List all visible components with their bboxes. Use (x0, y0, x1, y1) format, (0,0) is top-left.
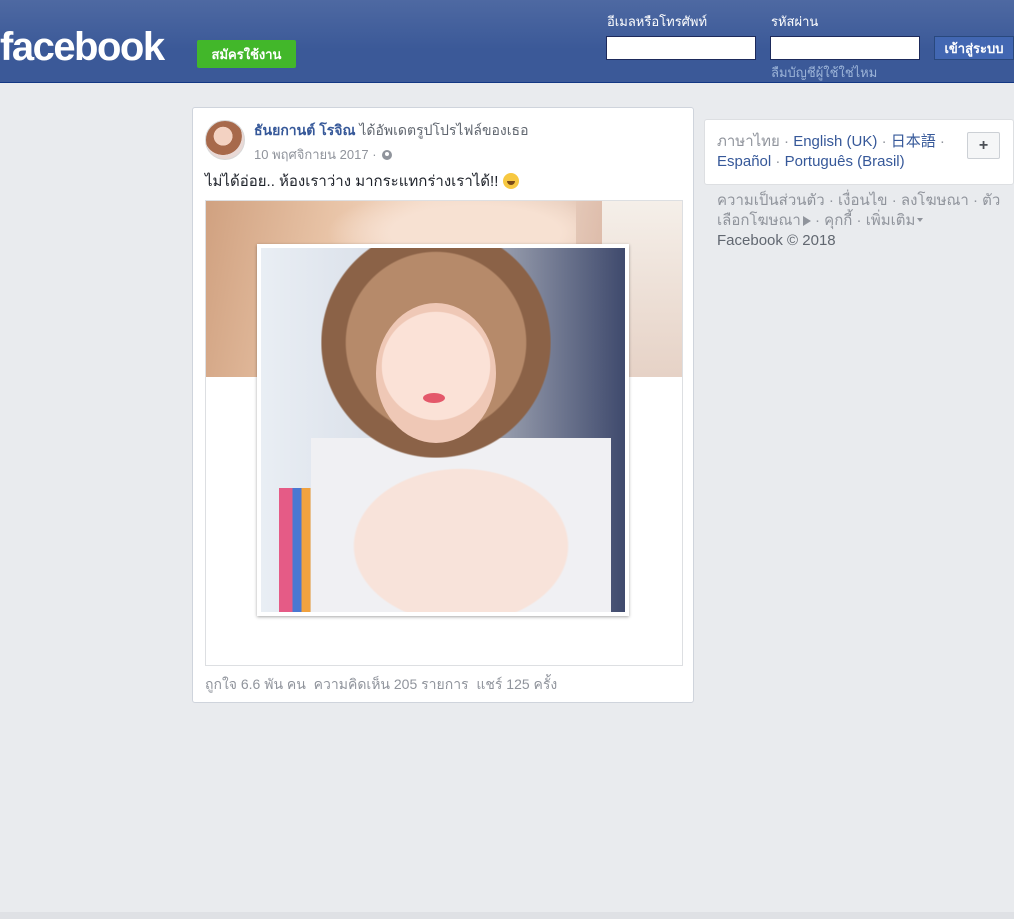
adchoices-icon (802, 216, 811, 226)
caret-down-icon (917, 218, 924, 222)
profile-photo-image (261, 248, 625, 612)
post-action: ได้อัพเดตรูปโปรไฟล์ของเธอ (359, 122, 529, 138)
password-label: รหัสผ่าน (771, 14, 819, 29)
email-input[interactable] (606, 36, 756, 60)
author-name[interactable]: ธันยกานต์ โรจิณ (254, 122, 355, 138)
post-header: ธันยกานต์ โรจิณ ได้อัพเดตรูปโปรไฟล์ของเธ… (254, 120, 529, 142)
language-link-portuguese[interactable]: Português (Brasil) (785, 153, 905, 170)
login-button[interactable]: เข้าสู่ระบบ (934, 36, 1014, 60)
photo-body (311, 438, 611, 612)
photo-lips (423, 393, 445, 403)
footer-link-more[interactable]: เพิ่มเติม (866, 212, 916, 229)
email-label: อีเมลหรือโทรศัพท์ (607, 14, 708, 29)
footer: ความเป็นส่วนตัว · เงื่อนไข · ลงโฆษณา · ต… (717, 192, 1001, 249)
avatar[interactable] (205, 120, 245, 160)
photo-face (376, 303, 496, 443)
footer-link-cookies[interactable]: คุกกี้ (824, 212, 852, 229)
post-stats: ถูกใจ 6.6 พัน คน ความคิดเห็น 205 รายการ … (205, 674, 557, 696)
language-link-japanese[interactable]: 日本語 (891, 133, 936, 150)
post-text: ไม่ได้อ่อย.. ห้องเราว่าง มากระแทกร่างเรา… (205, 169, 519, 193)
laughing-emoji-icon (502, 173, 519, 189)
globe-icon[interactable] (382, 150, 393, 160)
footer-link-terms[interactable]: เงื่อนไข (838, 192, 888, 209)
meta-separator: · (372, 147, 377, 162)
post-card: ธันยกานต์ โรจิณ ได้อัพเดตรูปโปรไฟล์ของเธ… (192, 107, 694, 703)
footer-link-privacy[interactable]: ความเป็นส่วนตัว (717, 192, 825, 209)
language-selector: ภาษาไทย · English (UK) · 日本語 · Español ·… (704, 119, 1014, 185)
facebook-logo[interactable]: facebook (0, 24, 165, 70)
top-navbar: facebook สมัครใช้งาน อีเมลหรือโทรศัพท์ ร… (0, 0, 1014, 83)
likes-count[interactable]: ถูกใจ 6.6 พัน คน (205, 676, 306, 692)
footer-link-advertising[interactable]: ลงโฆษณา (901, 192, 969, 209)
language-list: ภาษาไทย · English (UK) · 日本語 · Español ·… (717, 133, 945, 170)
shares-count[interactable]: แชร์ 125 ครั้ง (476, 676, 557, 692)
language-link-spanish[interactable]: Español (717, 153, 771, 170)
post-meta: 10 พฤศจิกายน 2017 · (254, 144, 393, 165)
profile-picture[interactable] (257, 244, 629, 616)
copyright: Facebook © 2018 (717, 232, 836, 249)
signup-button[interactable]: สมัครใช้งาน (197, 40, 296, 68)
language-current: ภาษาไทย (717, 133, 780, 150)
post-text-body: ไม่ได้อ่อย.. ห้องเราว่าง มากระแทกร่างเรา… (205, 173, 499, 190)
language-link-english[interactable]: English (UK) (793, 133, 877, 150)
forgot-account-link[interactable]: ลืมบัญชีผู้ใช้ใช่ไหม (771, 62, 877, 83)
post-date[interactable]: 10 พฤศจิกายน 2017 (254, 147, 369, 162)
bottom-edge (0, 912, 1014, 919)
more-languages-button[interactable]: + (967, 132, 1000, 159)
post-media[interactable] (205, 200, 683, 666)
comments-count[interactable]: ความคิดเห็น 205 รายการ (314, 676, 469, 692)
password-input[interactable] (770, 36, 920, 60)
